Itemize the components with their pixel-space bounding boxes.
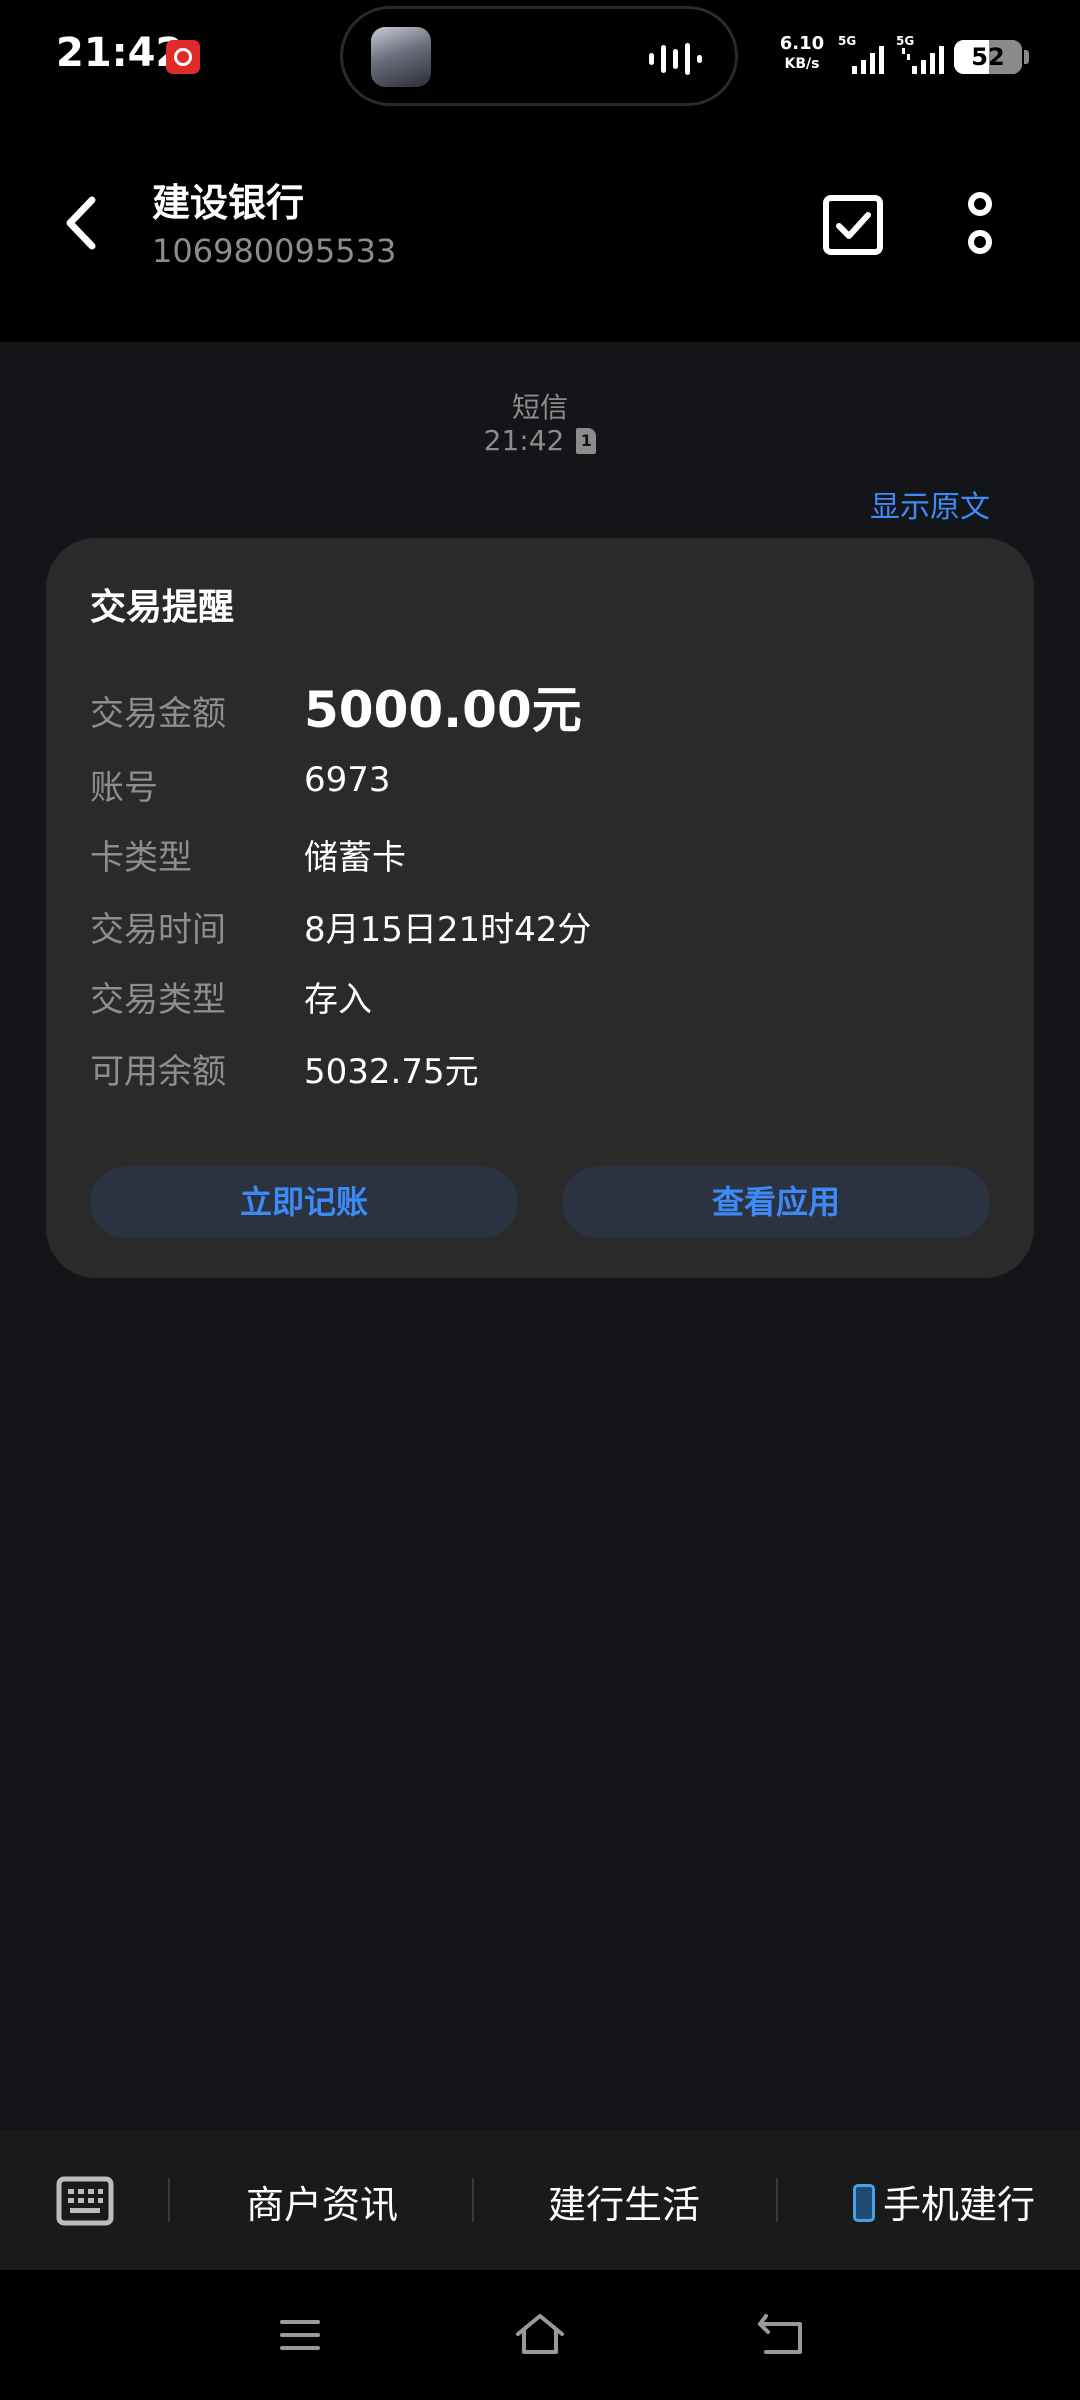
transaction-card[interactable]: 交易提醒 交易金额 5000.00元 账号 6973 卡类型 储蓄卡 交易时间 … [46, 538, 1034, 1278]
message-time: 21:42 [483, 424, 565, 457]
notification-app-icon [166, 40, 200, 74]
balance-value: 5032.75元 [304, 1052, 479, 1092]
checkbox-icon[interactable] [818, 190, 888, 260]
account-value: 6973 [304, 760, 391, 800]
card-type-label: 卡类型 [90, 838, 192, 878]
system-navigation-bar [0, 2270, 1080, 2400]
phone-icon [852, 2184, 875, 2222]
record-now-button[interactable]: 立即记账 [90, 1166, 518, 1238]
menu-divider [168, 2178, 170, 2222]
transaction-type-value: 存入 [304, 980, 372, 1020]
chevron-left-icon[interactable] [54, 188, 110, 258]
status-time: 21:42 [56, 30, 184, 76]
menu-ccb-life[interactable]: 建行生活 [524, 2174, 724, 2229]
sim-card-icon: 1 [576, 427, 597, 454]
amount-label: 交易金额 [90, 694, 226, 734]
message-time-row: 21:42 1 [0, 424, 1080, 457]
battery-level: 52 [971, 43, 1005, 71]
view-app-button[interactable]: 查看应用 [562, 1166, 990, 1238]
media-avatar-icon [371, 27, 431, 87]
network-speed-value: 6.10 [779, 33, 825, 54]
battery-icon: 52 [954, 40, 1022, 74]
transaction-type-label: 交易类型 [90, 980, 226, 1020]
menu-mobile-ccb[interactable]: 手机建行 [830, 2174, 1058, 2229]
balance-label: 可用余额 [90, 1052, 226, 1092]
sender-number: 106980095533 [152, 232, 397, 270]
battery-tip [1024, 50, 1029, 64]
back-icon[interactable] [752, 2310, 812, 2360]
transaction-time-label: 交易时间 [90, 910, 226, 950]
amount-value: 5000.00元 [304, 681, 582, 739]
contact-name: 建设银行 [152, 181, 305, 225]
conversation-area[interactable]: 短信 21:42 1 显示原文 交易提醒 交易金额 5000.00元 账号 69… [0, 342, 1080, 2130]
dynamic-island[interactable] [340, 6, 738, 106]
more-vertical-icon[interactable] [960, 190, 1000, 260]
service-menu-bar: 商户资讯 建行生活 手机建行 [0, 2130, 1080, 2270]
network-speed-unit: KB/s [784, 56, 820, 72]
audio-wave-icon [649, 43, 702, 75]
transaction-time-value: 8月15日21时42分 [304, 910, 592, 950]
menu-icon[interactable] [270, 2310, 330, 2360]
sim2-signal-icon: 5G [896, 34, 946, 74]
sim1-signal-icon: 5G [838, 34, 888, 74]
menu-mobile-ccb-label: 手机建行 [882, 2183, 1035, 2227]
menu-merchant-info[interactable]: 商户资讯 [222, 2174, 422, 2229]
conversation-header: 建设银行 106980095533 [0, 112, 1080, 342]
show-original-link[interactable]: 显示原文 [870, 482, 990, 526]
network-speed: 6.10 KB/s [778, 34, 826, 74]
account-label: 账号 [90, 768, 158, 808]
menu-divider [776, 2178, 778, 2222]
home-icon[interactable] [510, 2310, 570, 2360]
status-bar: 21:42 6.10 KB/s 5G 5G 52 [0, 0, 1080, 112]
keyboard-icon[interactable] [56, 2176, 114, 2226]
message-type: 短信 [511, 391, 568, 424]
menu-divider [472, 2178, 474, 2222]
card-title: 交易提醒 [90, 587, 235, 628]
card-type-value: 储蓄卡 [304, 838, 406, 878]
